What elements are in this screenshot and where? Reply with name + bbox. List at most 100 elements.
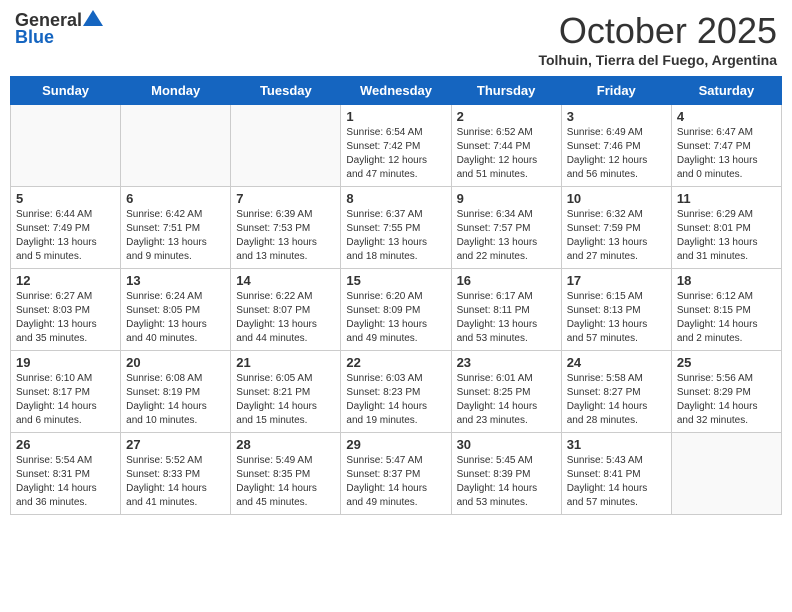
day-number: 1 — [346, 109, 445, 124]
day-number: 23 — [457, 355, 556, 370]
calendar-cell: 4 Sunrise: 6:47 AM Sunset: 7:47 PM Daylig… — [671, 105, 781, 187]
day-info: Sunrise: 6:12 AM Sunset: 8:15 PM Dayligh… — [677, 290, 776, 346]
day-number: 2 — [457, 109, 556, 124]
day-number: 3 — [567, 109, 666, 124]
day-number: 7 — [236, 191, 335, 206]
calendar-cell: 19 Sunrise: 6:10 AM Sunset: 8:17 PM Dayli… — [11, 351, 121, 433]
day-number: 20 — [126, 355, 225, 370]
day-number: 29 — [346, 437, 445, 452]
day-info: Sunrise: 5:47 AM Sunset: 8:37 PM Dayligh… — [346, 454, 445, 510]
day-info: Sunrise: 6:49 AM Sunset: 7:46 PM Dayligh… — [567, 126, 666, 182]
calendar-week-row: 19 Sunrise: 6:10 AM Sunset: 8:17 PM Dayli… — [11, 351, 782, 433]
day-header-thursday: Thursday — [451, 77, 561, 105]
day-number: 13 — [126, 273, 225, 288]
day-number: 16 — [457, 273, 556, 288]
day-info: Sunrise: 5:43 AM Sunset: 8:41 PM Dayligh… — [567, 454, 666, 510]
calendar-cell: 2 Sunrise: 6:52 AM Sunset: 7:44 PM Daylig… — [451, 105, 561, 187]
day-info: Sunrise: 5:52 AM Sunset: 8:33 PM Dayligh… — [126, 454, 225, 510]
day-number: 14 — [236, 273, 335, 288]
day-info: Sunrise: 6:42 AM Sunset: 7:51 PM Dayligh… — [126, 208, 225, 264]
day-number: 24 — [567, 355, 666, 370]
calendar-cell: 11 Sunrise: 6:29 AM Sunset: 8:01 PM Dayli… — [671, 187, 781, 269]
logo-icon — [83, 10, 103, 26]
calendar-cell: 14Sunrise: 6:22 AM Sunset: 8:07 PM Dayli… — [231, 269, 341, 351]
day-info: Sunrise: 6:24 AM Sunset: 8:05 PM Dayligh… — [126, 290, 225, 346]
calendar-week-row: 12Sunrise: 6:27 AM Sunset: 8:03 PM Dayli… — [11, 269, 782, 351]
day-number: 17 — [567, 273, 666, 288]
day-info: Sunrise: 6:32 AM Sunset: 7:59 PM Dayligh… — [567, 208, 666, 264]
day-number: 12 — [16, 273, 115, 288]
day-number: 8 — [346, 191, 445, 206]
month-title: October 2025 — [538, 10, 777, 52]
calendar-cell: 9 Sunrise: 6:34 AM Sunset: 7:57 PM Daylig… — [451, 187, 561, 269]
day-header-tuesday: Tuesday — [231, 77, 341, 105]
calendar-cell: 24 Sunrise: 5:58 AM Sunset: 8:27 PM Dayli… — [561, 351, 671, 433]
calendar-cell: 8Sunrise: 6:37 AM Sunset: 7:55 PM Daylig… — [341, 187, 451, 269]
day-info: Sunrise: 6:39 AM Sunset: 7:53 PM Dayligh… — [236, 208, 335, 264]
calendar-cell: 1 Sunrise: 6:54 AM Sunset: 7:42 PM Daylig… — [341, 105, 451, 187]
day-info: Sunrise: 5:54 AM Sunset: 8:31 PM Dayligh… — [16, 454, 115, 510]
calendar-week-row: 26 Sunrise: 5:54 AM Sunset: 8:31 PM Dayli… — [11, 433, 782, 515]
calendar-cell — [11, 105, 121, 187]
day-info: Sunrise: 6:52 AM Sunset: 7:44 PM Dayligh… — [457, 126, 556, 182]
calendar-cell: 3 Sunrise: 6:49 AM Sunset: 7:46 PM Daylig… — [561, 105, 671, 187]
calendar-cell: 31 Sunrise: 5:43 AM Sunset: 8:41 PM Dayli… — [561, 433, 671, 515]
day-info: Sunrise: 6:54 AM Sunset: 7:42 PM Dayligh… — [346, 126, 445, 182]
day-number: 27 — [126, 437, 225, 452]
calendar-cell: 13 Sunrise: 6:24 AM Sunset: 8:05 PM Dayli… — [121, 269, 231, 351]
day-info: Sunrise: 6:47 AM Sunset: 7:47 PM Dayligh… — [677, 126, 776, 182]
day-number: 18 — [677, 273, 776, 288]
day-info: Sunrise: 6:08 AM Sunset: 8:19 PM Dayligh… — [126, 372, 225, 428]
day-info: Sunrise: 6:44 AM Sunset: 7:49 PM Dayligh… — [16, 208, 115, 264]
calendar-cell: 29 Sunrise: 5:47 AM Sunset: 8:37 PM Dayli… — [341, 433, 451, 515]
day-info: Sunrise: 6:15 AM Sunset: 8:13 PM Dayligh… — [567, 290, 666, 346]
day-number: 11 — [677, 191, 776, 206]
day-info: Sunrise: 5:49 AM Sunset: 8:35 PM Dayligh… — [236, 454, 335, 510]
day-info: Sunrise: 6:05 AM Sunset: 8:21 PM Dayligh… — [236, 372, 335, 428]
day-number: 5 — [16, 191, 115, 206]
calendar-cell: 6Sunrise: 6:42 AM Sunset: 7:51 PM Daylig… — [121, 187, 231, 269]
logo: General Blue — [15, 10, 104, 48]
day-info: Sunrise: 6:34 AM Sunset: 7:57 PM Dayligh… — [457, 208, 556, 264]
calendar-cell: 28 Sunrise: 5:49 AM Sunset: 8:35 PM Dayli… — [231, 433, 341, 515]
calendar-cell: 7 Sunrise: 6:39 AM Sunset: 7:53 PM Daylig… — [231, 187, 341, 269]
calendar-cell: 23Sunrise: 6:01 AM Sunset: 8:25 PM Dayli… — [451, 351, 561, 433]
day-number: 22 — [346, 355, 445, 370]
day-number: 30 — [457, 437, 556, 452]
calendar-cell — [121, 105, 231, 187]
day-info: Sunrise: 6:29 AM Sunset: 8:01 PM Dayligh… — [677, 208, 776, 264]
calendar-cell: 20 Sunrise: 6:08 AM Sunset: 8:19 PM Dayli… — [121, 351, 231, 433]
day-number: 21 — [236, 355, 335, 370]
day-info: Sunrise: 6:10 AM Sunset: 8:17 PM Dayligh… — [16, 372, 115, 428]
calendar-cell: 22Sunrise: 6:03 AM Sunset: 8:23 PM Dayli… — [341, 351, 451, 433]
day-number: 9 — [457, 191, 556, 206]
calendar-table: SundayMondayTuesdayWednesdayThursdayFrid… — [10, 76, 782, 515]
calendar-cell: 18 Sunrise: 6:12 AM Sunset: 8:15 PM Dayli… — [671, 269, 781, 351]
calendar-header-row: SundayMondayTuesdayWednesdayThursdayFrid… — [11, 77, 782, 105]
calendar-cell: 16 Sunrise: 6:17 AM Sunset: 8:11 PM Dayli… — [451, 269, 561, 351]
day-header-sunday: Sunday — [11, 77, 121, 105]
day-number: 15 — [346, 273, 445, 288]
day-info: Sunrise: 5:45 AM Sunset: 8:39 PM Dayligh… — [457, 454, 556, 510]
day-number: 19 — [16, 355, 115, 370]
day-header-saturday: Saturday — [671, 77, 781, 105]
title-block: October 2025 Tolhuin, Tierra del Fuego, … — [538, 10, 777, 68]
day-number: 26 — [16, 437, 115, 452]
page-header: General Blue October 2025 Tolhuin, Tierr… — [10, 10, 782, 68]
calendar-cell: 21 Sunrise: 6:05 AM Sunset: 8:21 PM Dayli… — [231, 351, 341, 433]
day-info: Sunrise: 6:20 AM Sunset: 8:09 PM Dayligh… — [346, 290, 445, 346]
calendar-cell: 5 Sunrise: 6:44 AM Sunset: 7:49 PM Daylig… — [11, 187, 121, 269]
location-text: Tolhuin, Tierra del Fuego, Argentina — [538, 52, 777, 68]
calendar-cell: 26 Sunrise: 5:54 AM Sunset: 8:31 PM Dayli… — [11, 433, 121, 515]
calendar-cell: 25Sunrise: 5:56 AM Sunset: 8:29 PM Dayli… — [671, 351, 781, 433]
day-number: 31 — [567, 437, 666, 452]
calendar-cell — [671, 433, 781, 515]
day-number: 28 — [236, 437, 335, 452]
day-info: Sunrise: 6:17 AM Sunset: 8:11 PM Dayligh… — [457, 290, 556, 346]
calendar-week-row: 5 Sunrise: 6:44 AM Sunset: 7:49 PM Daylig… — [11, 187, 782, 269]
day-number: 10 — [567, 191, 666, 206]
calendar-cell: 12Sunrise: 6:27 AM Sunset: 8:03 PM Dayli… — [11, 269, 121, 351]
day-info: Sunrise: 5:58 AM Sunset: 8:27 PM Dayligh… — [567, 372, 666, 428]
calendar-cell: 30 Sunrise: 5:45 AM Sunset: 8:39 PM Dayli… — [451, 433, 561, 515]
day-number: 4 — [677, 109, 776, 124]
